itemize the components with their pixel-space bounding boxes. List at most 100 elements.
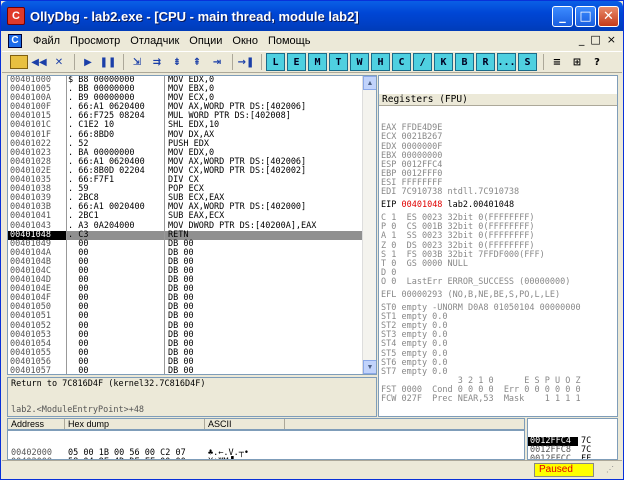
dump-ascii-header[interactable]: ASCII	[205, 419, 285, 429]
register-text: EIP	[381, 200, 402, 211]
windows-window-button[interactable]: W	[350, 53, 369, 71]
menu-bar: C Файл Просмотр Отладчик Опции Окно Помо…	[2, 31, 622, 50]
disasm-instruction: DB 00	[168, 356, 194, 367]
patches-window-button[interactable]: /	[413, 53, 432, 71]
registers-header[interactable]: Registers (FPU)	[379, 94, 617, 107]
register-line[interactable]: EDI 7C910738 ntdll.7C910738	[379, 187, 617, 198]
disasm-instruction: DB 00	[168, 366, 194, 375]
dump-pane[interactable]: 0040200005 00 1B 00 56 00 C2 07♣.←.V.┬•0…	[7, 430, 525, 460]
minimize-button[interactable]: _	[552, 6, 573, 27]
disassembly-pane[interactable]: 00401000 $ B8 00000000 MOV EDX,0 00401005. …	[7, 75, 377, 375]
menu-help[interactable]: Помощь	[263, 35, 316, 47]
mdi-controls: _ □ ×	[579, 33, 616, 46]
menu-window[interactable]: Окно	[227, 35, 263, 47]
eip-value: 00401048	[401, 200, 443, 211]
info-entry-point-line: lab2.<ModuleEntryPoint>+48	[11, 405, 145, 415]
pause-icon[interactable]: ❚❚	[99, 53, 117, 71]
menu-file[interactable]: Файл	[28, 35, 65, 47]
disassembly-rows: 00401000 $ B8 00000000 MOV EDX,0 00401005. …	[8, 76, 364, 375]
disasm-instruction: RETN	[168, 229, 189, 240]
column-divider[interactable]	[164, 76, 165, 374]
register-lines: EAX FFDE4D9E ECX 0021B267 EDX 0000000F EBX …	[379, 124, 617, 404]
toolbar-separator	[543, 54, 544, 70]
list-icon[interactable]: ≡	[548, 53, 566, 71]
disassembly-scrollbar[interactable]: ▲ ▼	[362, 76, 376, 374]
goto-icon[interactable]: →❚	[237, 53, 255, 71]
mdi-close-button[interactable]: ×	[607, 33, 616, 46]
menu-debug[interactable]: Отладчик	[125, 35, 184, 47]
threads-window-button[interactable]: T	[329, 53, 348, 71]
register-text: O 0 LastErr ERROR_SUCCESS (00000000)	[381, 276, 571, 287]
status-bar: Paused ⋰	[2, 460, 622, 479]
toolbar-separator	[261, 54, 262, 70]
disasm-instruction: DB 00	[168, 311, 194, 322]
info-pane[interactable]: Return to 7C816D4F (kernel32.7C816D4F) l…	[7, 377, 377, 417]
scroll-down-button[interactable]: ▼	[363, 360, 376, 374]
register-line[interactable]: FCW 027F Prec NEAR,53 Mask 1 1 1 1	[379, 394, 617, 404]
help-icon[interactable]: ?	[588, 53, 606, 71]
disasm-row[interactable]: 00401057 00 DB 00	[8, 366, 364, 375]
resize-grip-icon[interactable]: ⋰	[606, 465, 618, 477]
column-divider[interactable]	[66, 76, 67, 374]
step-into-icon[interactable]: ⇲	[128, 53, 146, 71]
rewind-icon[interactable]: ◀◀	[30, 53, 48, 71]
disasm-instruction: DB 00	[168, 320, 194, 331]
toolbar-separator	[232, 54, 233, 70]
toolbar: ◀◀ ✕ ▶ ❚❚ ⇲ ⇉ ⇟ ⇞ ⇥ →❚ L E M T W H C / K…	[2, 51, 622, 73]
handles-window-button[interactable]: H	[371, 53, 390, 71]
menu-view[interactable]: Просмотр	[65, 35, 125, 47]
source-window-button[interactable]: S	[518, 53, 537, 71]
register-text: EFL 00000293 (NO,B,NE,BE,S,PO,L,LE)	[381, 289, 561, 300]
disasm-instruction: DB 00	[168, 256, 194, 267]
trace-into-icon[interactable]: ⇟	[168, 53, 186, 71]
title-bar[interactable]: C OllyDbg - lab2.exe - [CPU - main threa…	[1, 1, 623, 31]
registers-pane[interactable]: Registers (FPU) EAX FFDE4D9E ECX 0021B267…	[378, 75, 618, 417]
dump-rows: 0040200005 00 1B 00 56 00 C2 07♣.←.V.┬•0…	[8, 449, 524, 459]
disasm-instruction: DB 00	[168, 293, 194, 304]
ollydbg-app-icon: C	[7, 7, 25, 25]
run-trace-window-button[interactable]: ...	[497, 53, 516, 71]
modules-window-button[interactable]: E	[287, 53, 306, 71]
scroll-up-button[interactable]: ▲	[363, 76, 376, 90]
run-icon[interactable]: ▶	[79, 53, 97, 71]
disasm-instruction: DB 00	[168, 275, 194, 286]
toolbar-separator	[123, 54, 124, 70]
ollydbg-window: C OllyDbg - lab2.exe - [CPU - main threa…	[0, 0, 624, 480]
grid-icon[interactable]: ⊞	[568, 53, 586, 71]
disasm-instruction: MOV DWORD PTR DS:[40200A],EAX	[168, 220, 317, 231]
log-window-button[interactable]: L	[266, 53, 285, 71]
dump-hex-header[interactable]: Hex dump	[65, 419, 205, 429]
disasm-instruction: DB 00	[168, 338, 194, 349]
cpu-window-icon[interactable]: C	[8, 33, 22, 48]
window-title: OllyDbg - lab2.exe - [CPU - main thread,…	[30, 8, 359, 24]
register-line[interactable]: T 0 GS 0000 NULL	[379, 259, 617, 269]
toolbar-separator	[74, 54, 75, 70]
trace-over-icon[interactable]: ⇞	[188, 53, 206, 71]
references-window-button[interactable]: R	[476, 53, 495, 71]
mdi-restore-button[interactable]: □	[590, 33, 600, 46]
disasm-hex: 00	[68, 366, 89, 375]
disasm-instruction: DB 00	[168, 238, 194, 249]
register-line[interactable]: EFL 00000293 (NO,B,NE,BE,S,PO,L,LE)	[379, 289, 617, 300]
menu-options[interactable]: Опции	[184, 35, 227, 47]
dump-address-header[interactable]: Address	[8, 419, 65, 429]
open-icon[interactable]	[10, 55, 28, 69]
close-button[interactable]: ✕	[598, 6, 619, 27]
register-line[interactable]: EIP 00401048 lab2.00401048	[379, 201, 617, 210]
dump-header: Address Hex dump ASCII	[7, 418, 525, 430]
disasm-instruction: DB 00	[168, 265, 194, 276]
breakpoints-window-button[interactable]: B	[455, 53, 474, 71]
stack-pane[interactable]: 0012FFC47C0012FFC87C0012FFCCFF0012FFD07F	[527, 418, 618, 460]
register-text: FCW 027F Prec NEAR,53 Mask 1 1 1 1	[381, 394, 581, 404]
step-over-icon[interactable]: ⇉	[148, 53, 166, 71]
register-text: EDI 7C910738 ntdll.7C910738	[381, 187, 520, 198]
mdi-minimize-button[interactable]: _	[579, 33, 585, 46]
disasm-instruction: DB 00	[168, 347, 194, 358]
cpu-window-button[interactable]: C	[392, 53, 411, 71]
close-icon[interactable]: ✕	[50, 53, 68, 71]
call-stack-window-button[interactable]: K	[434, 53, 453, 71]
register-line[interactable]: O 0 LastErr ERROR_SUCCESS (00000000)	[379, 276, 617, 287]
memory-window-button[interactable]: M	[308, 53, 327, 71]
maximize-button[interactable]: □	[575, 6, 596, 27]
execute-till-return-icon[interactable]: ⇥	[208, 53, 226, 71]
